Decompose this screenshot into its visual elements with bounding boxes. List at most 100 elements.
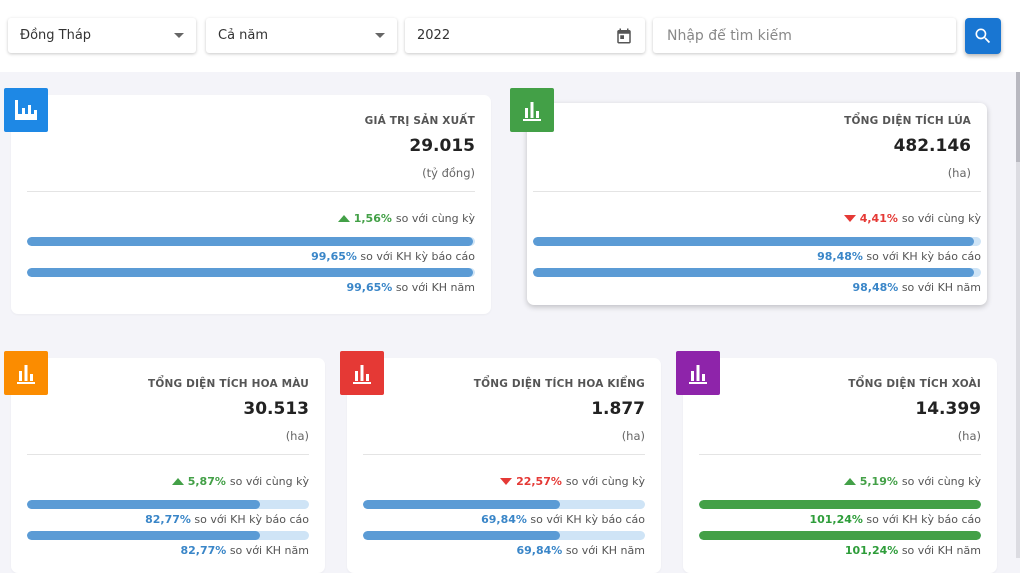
yoy-change-label: so với cùng kỳ: [565, 475, 645, 488]
card-divider: [363, 454, 645, 455]
plan-report-label: 101,24% so với KH kỳ báo cáo: [809, 513, 981, 526]
plan-year-text: so với KH năm: [229, 544, 309, 557]
card-title: GIÁ TRỊ SẢN XUẤT: [364, 115, 475, 127]
plan-year-text: so với KH năm: [901, 544, 981, 557]
filter-bar: Đồng Tháp Cả năm 2022: [0, 0, 1020, 72]
card-unit: (ha): [957, 429, 981, 443]
card-title: TỔNG DIỆN TÍCH LÚA: [844, 115, 971, 127]
search-button[interactable]: [965, 18, 1001, 54]
yoy-change-pct: 5,87%: [187, 475, 226, 488]
card-value: 14.399: [915, 399, 981, 419]
card-divider: [699, 454, 981, 455]
plan-report-progress: [363, 500, 645, 509]
plan-year-progress: [27, 268, 475, 277]
trend-down-icon: [843, 215, 856, 222]
bar-chart-icon: [340, 351, 384, 395]
plan-year-progress-fill: [27, 268, 474, 277]
plan-year-text: so với KH năm: [395, 281, 475, 294]
yoy-change-label: so với cùng kỳ: [395, 212, 475, 225]
year-picker-value: 2022: [417, 28, 451, 43]
yoy-change-label: so với cùng kỳ: [901, 212, 981, 225]
yoy-change: 4,41% so với cùng kỳ: [843, 212, 981, 225]
plan-year-pct: 82,77%: [180, 544, 227, 557]
yoy-change: 5,87% so với cùng kỳ: [171, 475, 309, 488]
bar-chart-icon: [4, 351, 48, 395]
yoy-change-label: so với cùng kỳ: [901, 475, 981, 488]
plan-report-pct: 82,77%: [145, 513, 191, 526]
search-icon: [975, 28, 991, 44]
trend-down-icon: [500, 478, 513, 485]
plan-report-label: 99,65% so với KH kỳ báo cáo: [311, 250, 475, 263]
plan-report-pct: 101,24%: [809, 513, 863, 526]
trend-up-icon: [337, 215, 350, 222]
card-unit: (ha): [947, 166, 971, 180]
plan-report-progress-fill: [363, 500, 560, 509]
mango-area-card: TỔNG DIỆN TÍCH XOÀI 14.399 (ha) 5,19% so…: [683, 358, 997, 573]
plan-report-progress: [27, 500, 309, 509]
plan-report-pct: 69,84%: [481, 513, 527, 526]
plan-year-label: 99,65% so với KH năm: [347, 281, 476, 294]
card-divider: [27, 454, 309, 455]
yoy-change: 1,56% so với cùng kỳ: [337, 212, 475, 225]
plan-year-label: 98,48% so với KH năm: [853, 281, 982, 294]
province-select[interactable]: Đồng Tháp: [8, 18, 196, 53]
ornamental-area-card: TỔNG DIỆN TÍCH HOA KIỂNG 1.877 (ha) 22,5…: [347, 358, 661, 573]
plan-report-text: so với KH kỳ báo cáo: [194, 513, 309, 526]
plan-report-progress-fill: [699, 500, 981, 509]
plan-report-progress-fill: [533, 237, 975, 246]
plan-year-progress: [699, 531, 981, 540]
card-value: 482.146: [893, 136, 971, 156]
search-field[interactable]: [653, 18, 956, 53]
card-unit: (ha): [285, 429, 309, 443]
period-select[interactable]: Cả năm: [206, 18, 397, 53]
plan-report-text: so với KH kỳ báo cáo: [866, 250, 981, 263]
yoy-change: 5,19% so với cùng kỳ: [843, 475, 981, 488]
plan-report-label: 82,77% so với KH kỳ báo cáo: [145, 513, 309, 526]
plan-report-progress-fill: [27, 237, 474, 246]
calendar-icon[interactable]: [615, 27, 633, 45]
plan-report-label: 98,48% so với KH kỳ báo cáo: [817, 250, 981, 263]
search-input[interactable]: [665, 26, 944, 45]
plan-year-label: 82,77% so với KH năm: [181, 544, 310, 557]
yoy-change-pct: 5,19%: [859, 475, 898, 488]
plan-report-text: so với KH kỳ báo cáo: [866, 513, 981, 526]
plan-report-progress: [533, 237, 981, 246]
yoy-change-pct: 1,56%: [353, 212, 392, 225]
plan-report-pct: 99,65%: [311, 250, 357, 263]
card-divider: [27, 191, 475, 192]
plan-year-progress-fill: [27, 531, 261, 540]
plan-year-text: so với KH năm: [901, 281, 981, 294]
card-divider: [533, 191, 981, 192]
plan-year-label: 69,84% so với KH năm: [517, 544, 646, 557]
area-chart-icon: [4, 88, 48, 132]
card-value: 30.513: [243, 399, 309, 419]
plan-report-progress-fill: [27, 500, 261, 509]
scrollbar-thumb[interactable]: [1016, 72, 1020, 162]
province-select-value: Đồng Tháp: [20, 28, 92, 43]
plan-report-progress: [27, 237, 475, 246]
card-unit: (tỷ đồng): [422, 166, 475, 180]
plan-year-pct: 101,24%: [844, 544, 899, 557]
plan-year-pct: 98,48%: [852, 281, 899, 294]
year-picker[interactable]: 2022: [405, 18, 645, 53]
card-value: 29.015: [409, 136, 475, 156]
plan-report-text: so với KH kỳ báo cáo: [530, 513, 645, 526]
yoy-change-pct: 22,57%: [516, 475, 562, 488]
plan-year-progress: [27, 531, 309, 540]
crop-area-card: TỔNG DIỆN TÍCH HOA MÀU 30.513 (ha) 5,87%…: [11, 358, 325, 573]
card-title: TỔNG DIỆN TÍCH HOA MÀU: [148, 378, 309, 390]
card-title: TỔNG DIỆN TÍCH XOÀI: [848, 378, 981, 390]
plan-report-pct: 98,48%: [817, 250, 863, 263]
card-value: 1.877: [591, 399, 645, 419]
rice-area-card: TỔNG DIỆN TÍCH LÚA 482.146 (ha) 4,41% so…: [527, 103, 987, 305]
bar-chart-icon: [510, 88, 554, 132]
trend-up-icon: [171, 478, 184, 485]
chevron-down-icon: [174, 33, 184, 38]
plan-year-pct: 99,65%: [346, 281, 393, 294]
chevron-down-icon: [375, 33, 385, 38]
plan-report-text: so với KH kỳ báo cáo: [360, 250, 475, 263]
plan-year-progress: [533, 268, 981, 277]
period-select-value: Cả năm: [218, 28, 269, 43]
plan-year-progress: [363, 531, 645, 540]
plan-report-progress: [699, 500, 981, 509]
